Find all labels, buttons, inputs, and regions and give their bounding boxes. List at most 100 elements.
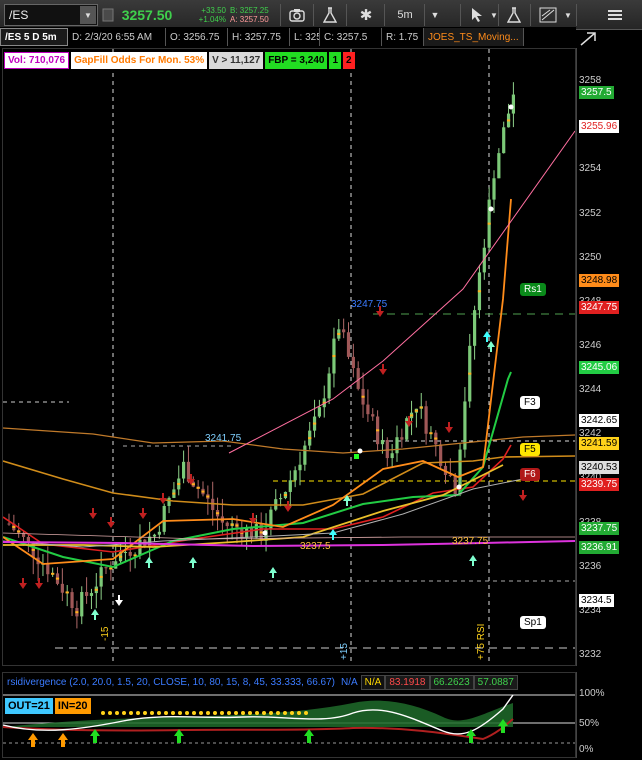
price-axis-label: 3255.96 (579, 120, 620, 134)
candle-body (152, 534, 157, 537)
rsi-dot (157, 711, 161, 715)
signal-square (354, 454, 359, 459)
price-axis-tick: 3246 (579, 339, 602, 351)
price-axis-tick: 3258 (579, 75, 602, 87)
rsi-dot (283, 711, 287, 715)
candle-body (492, 178, 496, 200)
expand-icon[interactable] (578, 30, 604, 48)
study-label[interactable]: JOES_TS_Moving... (424, 28, 524, 46)
orange-average-line (3, 198, 512, 565)
buy-arrow (329, 529, 337, 540)
candle-mark (361, 395, 365, 398)
rsi-dot (199, 711, 203, 715)
candle-mark (31, 548, 35, 551)
candle-body (351, 356, 355, 369)
candle-body (80, 592, 84, 617)
rsi-dot (269, 711, 273, 715)
candle-mark (468, 372, 472, 375)
candle-body (473, 310, 477, 346)
price-axis-label: 3241.59 (579, 437, 620, 451)
net-change: +33.50 (201, 6, 226, 15)
signal-dot (456, 484, 462, 490)
rsi-dot (185, 711, 189, 715)
rsi-dot (234, 711, 238, 715)
bar-low: L: 3256 (290, 28, 320, 46)
rsi-dot (220, 711, 224, 715)
candle-body (123, 551, 127, 553)
out-in-chips: OUT=21 IN=20 (5, 698, 91, 714)
camera-icon[interactable] (285, 4, 309, 26)
pivot-f6: F6 (520, 467, 540, 481)
candle-body (249, 527, 254, 538)
candle-mark (332, 355, 336, 358)
sell-arrow (519, 490, 527, 501)
drawing-tools-icon[interactable] (536, 4, 560, 26)
rsi-dot (122, 711, 126, 715)
rsi-signal-arrow (58, 733, 68, 747)
candle-mark (429, 432, 433, 435)
rsi-dot (297, 711, 301, 715)
rsi-dot (101, 711, 105, 715)
rsi-value-2: 66.2623 (429, 675, 474, 690)
candle-mark (12, 525, 16, 528)
rsi-dot (143, 711, 147, 715)
candle-body (89, 593, 94, 596)
buy-arrow (145, 557, 153, 568)
interval-selector[interactable]: 5m (390, 4, 420, 26)
buy-arrow (91, 609, 99, 620)
price-axis-label: 3236.91 (579, 540, 620, 554)
candle-body (293, 470, 297, 481)
candle-body (400, 437, 404, 440)
vline-label-mid: +15 (339, 643, 350, 660)
candle-body (385, 440, 389, 459)
chart-chips: Vol: 710,076 GapFill Odds For Mon. 53% V… (4, 52, 355, 69)
link-icon[interactable] (101, 4, 115, 26)
candle-body (128, 551, 132, 556)
candle-mark (177, 482, 181, 485)
buy-arrow (189, 557, 197, 568)
flask-icon[interactable] (503, 4, 525, 26)
candle-body (327, 373, 331, 399)
candle-body (162, 505, 166, 532)
candle-mark (118, 555, 123, 558)
pivot-f5: F5 (520, 442, 540, 456)
dropdown-icon[interactable]: ▼ (80, 6, 96, 24)
rsi-legend: rsidivergence (2.0, 20.0, 1.5, 20, CLOSE… (4, 675, 518, 690)
symbol-period[interactable]: /ES 5 D 5m (0, 28, 68, 46)
more-icon[interactable] (600, 4, 630, 26)
symbol-text: /ES (9, 8, 29, 22)
rsi-dot (206, 711, 210, 715)
price-axis-label: 3240.53 (579, 460, 620, 474)
symbol-input[interactable]: /ES ▼ (4, 4, 98, 26)
candle-body (497, 153, 501, 179)
rsi-value-3: 57.0887 (473, 675, 518, 690)
candle-body (317, 407, 321, 417)
rsi-dot (108, 711, 112, 715)
low-price-label-1: 3237.5 (300, 541, 331, 552)
low-price-label-2: 3237.75 (452, 536, 489, 547)
price-chart[interactable] (2, 48, 576, 666)
candle-mark (206, 495, 210, 498)
flask-icon[interactable] (318, 4, 342, 26)
chevron-down-icon[interactable]: ▼ (562, 4, 574, 26)
rsi-dot (129, 711, 133, 715)
cursor-icon[interactable] (466, 4, 488, 26)
candle-body (390, 453, 394, 459)
candle-mark (17, 530, 21, 533)
candle-body (279, 498, 283, 500)
candle-body (70, 592, 74, 609)
chevron-down-icon[interactable]: ▼ (428, 4, 442, 26)
price-axis: 3258325632543252325032483246324432423240… (576, 48, 642, 666)
candle-body (225, 522, 229, 527)
candle-body (342, 329, 346, 333)
vline-label-right: +75 RSI (476, 623, 487, 660)
in-chip: IN=20 (54, 698, 91, 714)
rsi-na-2: N/A (360, 675, 386, 690)
candle-mark (201, 490, 205, 493)
bar-open: O: 3256.75 (166, 28, 228, 46)
rsi-dot (255, 711, 259, 715)
bar-close: C: 3257.5 (320, 28, 382, 46)
rsi-signal-arrow (28, 733, 38, 747)
chip-one: 1 (329, 52, 342, 69)
gear-icon[interactable]: ✱ (354, 4, 378, 26)
